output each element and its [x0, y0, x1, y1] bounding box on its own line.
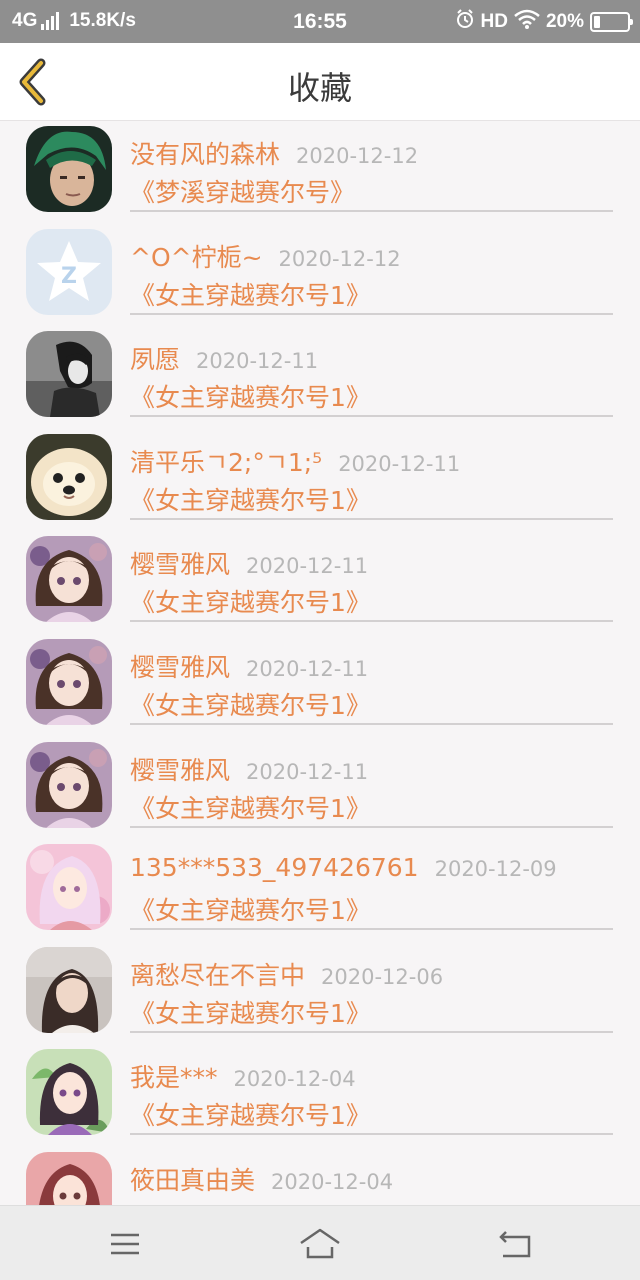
- avatar[interactable]: [26, 126, 112, 212]
- item-header: 筱田真由美 2020-12-04: [130, 1161, 393, 1197]
- user-name[interactable]: 樱雪雅风: [130, 756, 230, 785]
- home-button[interactable]: [298, 1224, 342, 1264]
- divider: [130, 928, 613, 931]
- favorite-date: 2020-12-11: [246, 759, 369, 784]
- home-icon: [300, 1228, 340, 1259]
- book-title[interactable]: 《女主穿越赛尔号1》: [130, 789, 371, 825]
- favorite-date: 2020-12-12: [278, 246, 401, 271]
- favorite-date: 2020-12-06: [321, 964, 444, 989]
- title-bar: 收藏: [0, 43, 640, 121]
- user-name[interactable]: 我是***: [130, 1063, 218, 1092]
- book-title[interactable]: 《女主穿越赛尔号1》: [130, 686, 371, 722]
- avatar[interactable]: [26, 638, 112, 725]
- book-title[interactable]: 《女主穿越赛尔号1》: [130, 481, 371, 517]
- item-header: ^O^柠栀~ 2020-12-12: [130, 238, 401, 274]
- item-header: 樱雪雅风 2020-12-11: [130, 751, 368, 787]
- divider: [130, 415, 613, 418]
- status-right: HD 20%: [455, 9, 633, 35]
- book-title[interactable]: 《女主穿越赛尔号1》: [130, 1096, 371, 1132]
- favorite-date: 2020-12-11: [338, 451, 461, 476]
- item-header: 樱雪雅风 2020-12-11: [130, 648, 368, 684]
- list-item[interactable]: 樱雪雅风 2020-12-11 《女主穿越赛尔号1》: [0, 531, 640, 634]
- divider: [130, 1030, 613, 1033]
- list-item[interactable]: Z ^O^柠栀~ 2020-12-12 《女主穿越赛尔号1》: [0, 224, 640, 327]
- user-name[interactable]: 筱田真由美: [130, 1166, 255, 1195]
- avatar[interactable]: [26, 433, 112, 520]
- list-item[interactable]: 夙愿 2020-12-11 《女主穿越赛尔号1》: [0, 326, 640, 429]
- item-header: 没有风的森林 2020-12-12: [130, 135, 418, 171]
- hd-indicator: HD: [480, 11, 508, 32]
- favorite-date: 2020-12-04: [233, 1067, 356, 1092]
- favorite-date: 2020-12-09: [434, 857, 557, 882]
- item-header: 我是*** 2020-12-04: [130, 1058, 356, 1094]
- avatar[interactable]: [26, 741, 112, 828]
- book-title[interactable]: 《女主穿越赛尔号1》: [130, 994, 371, 1030]
- divider: [130, 722, 613, 725]
- navigation-bar: [0, 1205, 640, 1280]
- avatar[interactable]: [26, 536, 112, 623]
- avatar[interactable]: [26, 844, 112, 931]
- favorite-date: 2020-12-11: [246, 656, 369, 681]
- item-header: 樱雪雅风 2020-12-11: [130, 545, 368, 581]
- list-item[interactable]: 我是*** 2020-12-04 《女主穿越赛尔号1》: [0, 1044, 640, 1147]
- menu-button[interactable]: [103, 1224, 147, 1264]
- user-name[interactable]: 离愁尽在不言中: [130, 961, 305, 990]
- page-title: 收藏: [287, 69, 352, 107]
- divider: [130, 1133, 613, 1136]
- svg-text:Z: Z: [61, 264, 77, 289]
- user-name[interactable]: 没有风的森林: [130, 140, 280, 169]
- divider: [130, 517, 613, 520]
- list-item[interactable]: 清平乐ㄱ2;°ㄱ1;⁵ 2020-12-11 《女主穿越赛尔号1》: [0, 429, 640, 532]
- avatar[interactable]: [26, 946, 112, 1033]
- favorite-date: 2020-12-04: [271, 1169, 394, 1194]
- user-name[interactable]: ^O^柠栀~: [130, 243, 263, 272]
- status-bar: 4G 15.8K/s 16:55 HD 20%: [0, 0, 640, 43]
- battery-icon: [590, 12, 633, 32]
- book-title[interactable]: 《梦溪穿越赛尔号》: [130, 173, 355, 209]
- user-name[interactable]: 樱雪雅风: [130, 550, 230, 579]
- avatar[interactable]: [26, 1151, 112, 1205]
- list-item[interactable]: 没有风的森林 2020-12-12 《梦溪穿越赛尔号》: [0, 121, 640, 224]
- list-item[interactable]: 樱雪雅风 2020-12-11 《女主穿越赛尔号1》: [0, 634, 640, 737]
- divider: [130, 620, 613, 623]
- item-header: 离愁尽在不言中 2020-12-06: [130, 956, 443, 992]
- avatar[interactable]: [26, 1049, 112, 1136]
- menu-icon: [111, 1233, 139, 1255]
- favorite-date: 2020-12-12: [296, 144, 419, 168]
- divider: [130, 825, 613, 828]
- list-item[interactable]: 135***533_497426761 2020-12-09 《女主穿越赛尔号1》: [0, 839, 640, 942]
- divider: [130, 210, 613, 212]
- user-name[interactable]: 135***533_497426761: [130, 853, 419, 882]
- user-name[interactable]: 清平乐ㄱ2;°ㄱ1;⁵: [130, 448, 322, 477]
- return-icon: [499, 1231, 531, 1258]
- book-title[interactable]: 《女主穿越赛尔号1》: [130, 276, 371, 312]
- list-item[interactable]: 筱田真由美2020-12-04《女主穿越赛尔号1》: [0, 1147, 640, 1205]
- list-item[interactable]: 离愁尽在不言中 2020-12-06 《女主穿越赛尔号1》: [0, 942, 640, 1045]
- book-title[interactable]: 《女主穿越赛尔号1》: [130, 891, 371, 927]
- favorite-date: 2020-12-11: [196, 349, 319, 374]
- avatar[interactable]: [26, 331, 112, 418]
- alarm-icon: [455, 9, 475, 35]
- book-title[interactable]: 《女主穿越赛尔号1》: [130, 378, 371, 414]
- item-header: 135***533_497426761 2020-12-09: [130, 853, 557, 882]
- avatar[interactable]: Z: [26, 228, 112, 315]
- list-item[interactable]: 樱雪雅风 2020-12-11 《女主穿越赛尔号1》: [0, 737, 640, 840]
- battery-percent: 20%: [545, 11, 584, 32]
- book-title[interactable]: 《女主穿越赛尔号1》: [130, 583, 371, 619]
- favorite-date: 2020-12-11: [246, 554, 369, 579]
- user-name[interactable]: 樱雪雅风: [130, 653, 230, 682]
- user-name[interactable]: 夙愿: [130, 345, 180, 374]
- wifi-icon: [514, 9, 540, 35]
- return-button[interactable]: [493, 1224, 537, 1264]
- divider: [130, 312, 613, 315]
- item-header: 清平乐ㄱ2;°ㄱ1;⁵ 2020-12-11: [130, 443, 460, 479]
- favorites-list[interactable]: 没有风的森林 2020-12-12 《梦溪穿越赛尔号》 Z ^O^柠栀~ 2020-12-…: [0, 121, 640, 1205]
- item-header: 夙愿 2020-12-11: [130, 340, 318, 376]
